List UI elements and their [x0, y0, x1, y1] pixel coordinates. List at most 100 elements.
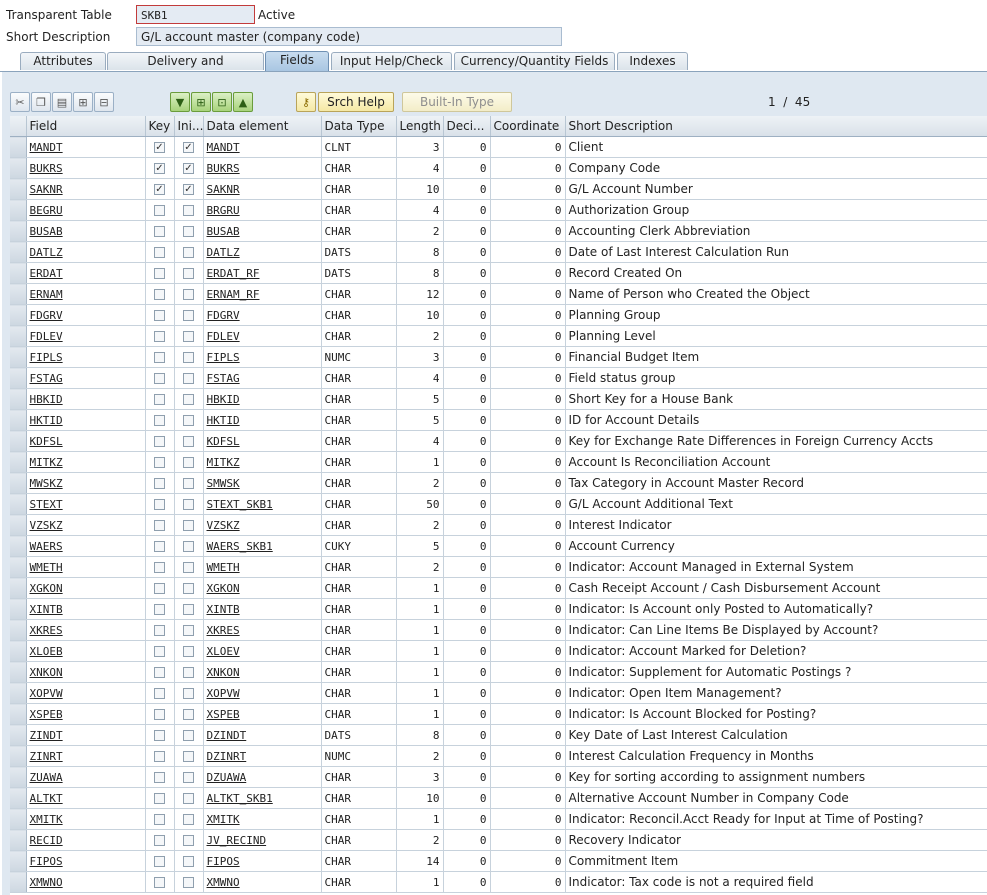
- key-checkbox-cell[interactable]: [145, 262, 175, 284]
- key-checkbox[interactable]: [154, 793, 165, 804]
- paste-icon[interactable]: ▤: [52, 92, 72, 112]
- data-element-cell[interactable]: XOPVW: [203, 682, 322, 704]
- data-element-cell[interactable]: XNKON: [203, 661, 322, 683]
- initial-checkbox[interactable]: [183, 205, 194, 216]
- row-selector[interactable]: [10, 640, 27, 662]
- column-header-field[interactable]: Field: [26, 116, 146, 137]
- field-name-cell[interactable]: MWSKZ: [26, 472, 146, 494]
- field-name-cell[interactable]: KDFSL: [26, 430, 146, 452]
- initial-checkbox[interactable]: [183, 352, 194, 363]
- column-header-data-element[interactable]: Data element: [203, 116, 322, 137]
- field-name-cell[interactable]: FSTAG: [26, 367, 146, 389]
- initial-checkbox-cell[interactable]: [174, 262, 204, 284]
- key-checkbox-cell[interactable]: [145, 178, 175, 200]
- field-name-cell[interactable]: SAKNR: [26, 178, 146, 200]
- data-element-cell[interactable]: XLOEV: [203, 640, 322, 662]
- column-header-initial[interactable]: Ini...: [174, 116, 204, 137]
- data-element-cell[interactable]: BUKRS: [203, 157, 322, 179]
- key-checkbox[interactable]: [154, 604, 165, 615]
- data-element-cell[interactable]: ERDAT_RF: [203, 262, 322, 284]
- field-name-cell[interactable]: ZINDT: [26, 724, 146, 746]
- key-checkbox[interactable]: [154, 625, 165, 636]
- table-name-field[interactable]: SKB1: [136, 5, 255, 24]
- field-name-cell[interactable]: FDGRV: [26, 304, 146, 326]
- initial-checkbox[interactable]: [183, 583, 194, 594]
- key-checkbox[interactable]: [154, 877, 165, 888]
- field-name-cell[interactable]: BUKRS: [26, 157, 146, 179]
- row-selector[interactable]: [10, 178, 27, 200]
- data-element-cell[interactable]: STEXT_SKB1: [203, 493, 322, 515]
- column-header-decimals[interactable]: Deci...: [443, 116, 491, 137]
- key-checkbox-cell[interactable]: [145, 451, 175, 473]
- row-selector[interactable]: [10, 304, 27, 326]
- initial-checkbox-cell[interactable]: [174, 388, 204, 410]
- row-selector[interactable]: [10, 283, 27, 305]
- data-element-cell[interactable]: WMETH: [203, 556, 322, 578]
- field-name-cell[interactable]: BUSAB: [26, 220, 146, 242]
- tab-attributes[interactable]: Attributes: [20, 52, 106, 70]
- initial-checkbox[interactable]: [183, 394, 194, 405]
- data-element-cell[interactable]: XSPEB: [203, 703, 322, 725]
- key-checkbox[interactable]: [154, 205, 165, 216]
- data-element-cell[interactable]: DZINRT: [203, 745, 322, 767]
- field-name-cell[interactable]: XMWNO: [26, 871, 146, 893]
- initial-checkbox[interactable]: [183, 436, 194, 447]
- cut-icon[interactable]: ✂: [10, 92, 30, 112]
- field-name-cell[interactable]: ZUAWA: [26, 766, 146, 788]
- key-checkbox[interactable]: [154, 352, 165, 363]
- sort-up-icon[interactable]: ▲: [233, 92, 253, 112]
- initial-checkbox[interactable]: [183, 877, 194, 888]
- table-row[interactable]: XSPEB XSPEB CHAR 1 0 0 Indicator: Is Account B…: [10, 703, 987, 725]
- table-row[interactable]: ZINRT DZINRT NUMC 2 0 0 Interest Calculation F…: [10, 745, 987, 767]
- initial-checkbox[interactable]: [183, 457, 194, 468]
- field-name-cell[interactable]: DATLZ: [26, 241, 146, 263]
- row-selector[interactable]: [10, 745, 27, 767]
- row-selector[interactable]: [10, 451, 27, 473]
- table-row[interactable]: FIPLS FIPLS NUMC 3 0 0 Financial Budget Item: [10, 346, 987, 368]
- row-selector[interactable]: [10, 787, 27, 809]
- table-row[interactable]: VZSKZ VZSKZ CHAR 2 0 0 Interest Indicator: [10, 514, 987, 536]
- initial-checkbox[interactable]: [183, 625, 194, 636]
- key-checkbox-cell[interactable]: [145, 829, 175, 851]
- initial-checkbox[interactable]: [183, 142, 194, 153]
- initial-checkbox-cell[interactable]: [174, 430, 204, 452]
- table-row[interactable]: STEXT STEXT_SKB1 CHAR 50 0 0 G/L Account Addit…: [10, 493, 987, 515]
- field-name-cell[interactable]: BEGRU: [26, 199, 146, 221]
- key-checkbox[interactable]: [154, 541, 165, 552]
- table-row[interactable]: ALTKT ALTKT_SKB1 CHAR 10 0 0 Alternative Accou…: [10, 787, 987, 809]
- initial-checkbox[interactable]: [183, 520, 194, 531]
- initial-checkbox[interactable]: [183, 814, 194, 825]
- key-checkbox-cell[interactable]: [145, 283, 175, 305]
- key-checkbox-cell[interactable]: [145, 682, 175, 704]
- key-checkbox[interactable]: [154, 310, 165, 321]
- initial-checkbox-cell[interactable]: [174, 367, 204, 389]
- field-name-cell[interactable]: RECID: [26, 829, 146, 851]
- row-selector[interactable]: [10, 388, 27, 410]
- initial-checkbox[interactable]: [183, 646, 194, 657]
- insert-row-icon[interactable]: ⊞: [73, 92, 93, 112]
- key-checkbox-cell[interactable]: [145, 766, 175, 788]
- key-checkbox[interactable]: [154, 520, 165, 531]
- tab-delivery-maintenance[interactable]: Delivery and Maintenance: [107, 52, 264, 85]
- field-name-cell[interactable]: FIPLS: [26, 346, 146, 368]
- initial-checkbox[interactable]: [183, 478, 194, 489]
- delete-row-icon[interactable]: ⊟: [94, 92, 114, 112]
- key-checkbox-cell[interactable]: [145, 472, 175, 494]
- key-checkbox-cell[interactable]: [145, 535, 175, 557]
- select-all-header[interactable]: [10, 116, 27, 137]
- data-element-cell[interactable]: FIPLS: [203, 346, 322, 368]
- row-selector[interactable]: [10, 472, 27, 494]
- initial-checkbox-cell[interactable]: [174, 829, 204, 851]
- key-checkbox-cell[interactable]: [145, 430, 175, 452]
- key-checkbox[interactable]: [154, 499, 165, 510]
- table-row[interactable]: XGKON XGKON CHAR 1 0 0 Cash Receipt Account / …: [10, 577, 987, 599]
- key-checkbox-cell[interactable]: [145, 724, 175, 746]
- initial-checkbox[interactable]: [183, 499, 194, 510]
- initial-checkbox[interactable]: [183, 184, 194, 195]
- row-selector[interactable]: [10, 346, 27, 368]
- initial-checkbox[interactable]: [183, 688, 194, 699]
- data-element-cell[interactable]: BRGRU: [203, 199, 322, 221]
- key-checkbox[interactable]: [154, 751, 165, 762]
- row-selector[interactable]: [10, 766, 27, 788]
- initial-checkbox-cell[interactable]: [174, 157, 204, 179]
